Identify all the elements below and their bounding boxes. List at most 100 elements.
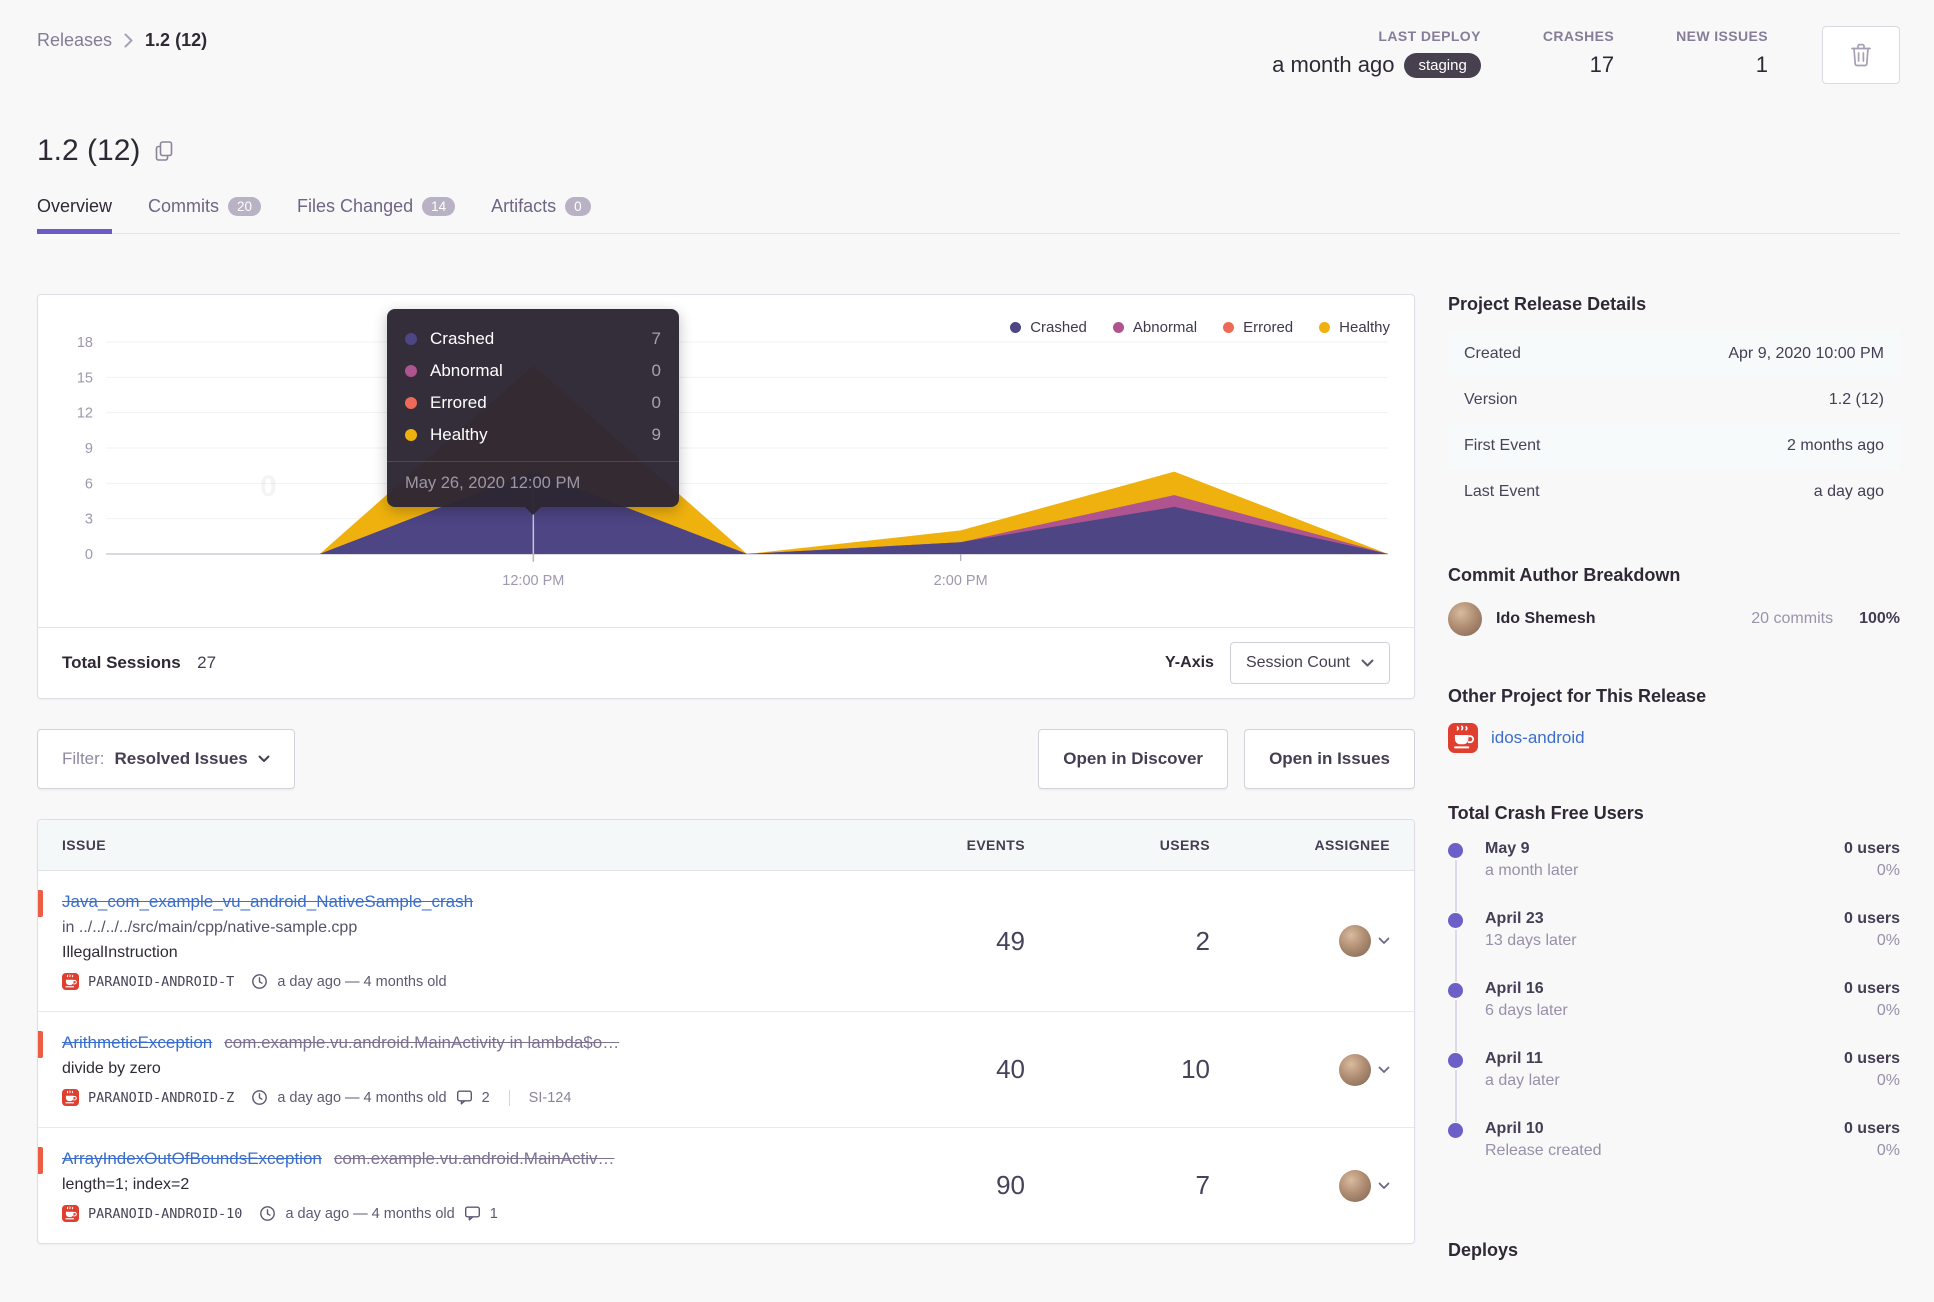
tab-files-changed[interactable]: Files Changed 14 (297, 196, 456, 233)
assignee-dropdown[interactable] (1339, 1169, 1390, 1202)
issue-row: ArithmeticException com.example.vu.androi… (38, 1011, 1414, 1127)
tab-count-badge: 0 (565, 196, 591, 217)
issue-age: a day ago — 4 months old (277, 1089, 447, 1106)
svg-text:6: 6 (85, 476, 93, 492)
tab-count-badge: 20 (228, 196, 262, 217)
svg-text:0: 0 (260, 470, 277, 503)
chevron-down-icon (1361, 659, 1374, 667)
legend-item-crashed[interactable]: Crashed (1010, 319, 1087, 336)
java-platform-icon (1448, 723, 1478, 753)
tab-artifacts[interactable]: Artifacts 0 (491, 196, 591, 233)
comment-count: 2 (481, 1089, 490, 1106)
delete-release-button[interactable] (1822, 26, 1900, 84)
project-slug: PARANOID-ANDROID-T (88, 973, 235, 990)
timeline-item: April 11 0 users a day later 0% (1448, 1050, 1900, 1122)
yaxis-select[interactable]: Session Count (1229, 642, 1390, 684)
crash-free-heading: Total Crash Free Users (1448, 803, 1644, 823)
avatar (1448, 602, 1482, 636)
stat-new-issues: NEW ISSUES 1 (1676, 28, 1768, 77)
comments-icon (464, 1206, 480, 1221)
breadcrumb-releases-link[interactable]: Releases (37, 30, 112, 51)
open-in-issues-button[interactable]: Open in Issues (1244, 729, 1415, 789)
issue-title: ArithmeticException com.example.vu.androi… (62, 1033, 905, 1053)
issues-filter-dropdown[interactable]: Filter: Resolved Issues (37, 729, 295, 789)
chevron-right-icon (124, 33, 133, 48)
tooltip-row: Errored 0 (405, 387, 661, 419)
copy-icon[interactable] (154, 140, 174, 162)
assignee-dropdown[interactable] (1339, 1053, 1390, 1086)
tab-bar: Overview Commits 20 Files Changed 14 Artif… (37, 196, 1900, 234)
column-issue: ISSUE (62, 837, 107, 853)
issues-table-header: ISSUE EVENTS USERS ASSIGNEE (38, 820, 1414, 871)
commit-author-row: Ido Shemesh 20 commits 100% (1448, 602, 1900, 636)
issue-culprit: com.example.vu.android.MainActivity in l… (224, 1033, 620, 1052)
tab-overview[interactable]: Overview (37, 196, 113, 234)
release-detail-page: Releases 1.2 (12) LAST DEPLOY a month ag… (0, 0, 1934, 1302)
tooltip-row: Healthy 9 (405, 419, 661, 451)
timeline-item: May 90 users a month later 0% (1448, 840, 1900, 912)
tab-commits[interactable]: Commits 20 (148, 196, 262, 233)
divider (508, 1089, 510, 1106)
java-platform-icon (62, 1089, 79, 1106)
main-column: 0 3 6 9 12 15 18 0 12:00 PM 2:00 PM Crashed Abnor… (37, 294, 1415, 1261)
issue-users-count: 7 (1195, 1170, 1210, 1200)
other-project-heading: Other Project for This Release (1448, 686, 1707, 706)
filter-value: Resolved Issues (114, 749, 248, 768)
author-commit-count: 20 commits (1751, 610, 1834, 627)
legend-dot (1319, 322, 1331, 333)
issue-age: a day ago — 4 months old (285, 1205, 455, 1222)
column-events: EVENTS (966, 837, 1025, 853)
other-project-link[interactable]: idos-android (1491, 728, 1585, 748)
author-name: Ido Shemesh (1496, 610, 1596, 627)
deploys-heading: Deploys (1448, 1240, 1519, 1260)
avatar (1339, 1169, 1371, 1202)
svg-text:12:00 PM: 12:00 PM (502, 573, 564, 589)
avatar (1339, 925, 1371, 957)
chart-tooltip: Crashed 7 Abnormal 0 Errored 0 Healthy 9… (387, 309, 679, 515)
issue-users-count: 10 (1181, 1054, 1210, 1084)
environment-badge: staging (1404, 52, 1481, 78)
legend-item-errored[interactable]: Errored (1223, 319, 1293, 336)
yaxis-label: Y-Axis (1165, 654, 1214, 671)
unhandled-indicator (38, 1031, 43, 1058)
legend-item-healthy[interactable]: Healthy (1319, 319, 1390, 336)
issue-meta: PARANOID-ANDROID-Z a day ago — 4 months … (62, 1089, 905, 1106)
chevron-down-icon (258, 755, 270, 762)
issue-row: Java_com_example_vu_android_NativeSample… (38, 871, 1414, 1011)
issue-message: divide by zero (62, 1060, 161, 1077)
chevron-down-icon (1378, 1066, 1390, 1073)
java-platform-icon (62, 1205, 79, 1222)
open-in-discover-button[interactable]: Open in Discover (1038, 729, 1229, 789)
other-project-section: Other Project for This Release idos-andr… (1448, 686, 1900, 753)
svg-text:2:00 PM: 2:00 PM (934, 573, 988, 589)
commit-authors-section: Commit Author Breakdown Ido Shemesh 20 c… (1448, 565, 1900, 636)
tooltip-row: Abnormal 0 (405, 355, 661, 387)
release-details-heading: Project Release Details (1448, 294, 1647, 314)
assignee-dropdown[interactable] (1339, 925, 1390, 957)
issue-users-count: 2 (1195, 925, 1210, 956)
column-users: USERS (1159, 837, 1210, 853)
clock-icon (252, 974, 268, 989)
comments-icon (456, 1090, 472, 1105)
chart-footer: Total Sessions 27 Y-Axis Session Count (38, 627, 1414, 698)
column-assignee: ASSIGNEE (1314, 837, 1390, 853)
sessions-chart[interactable]: 0 3 6 9 12 15 18 0 12:00 PM 2:00 PM (62, 321, 1392, 611)
issues-panel: ISSUE EVENTS USERS ASSIGNEE Java_com_exa… (37, 819, 1415, 1244)
total-sessions-value: 27 (197, 653, 217, 672)
trash-icon (1849, 42, 1873, 68)
stat-crashes: CRASHES 17 (1542, 28, 1615, 77)
legend-item-abnormal[interactable]: Abnormal (1112, 319, 1197, 336)
author-percent: 100% (1859, 610, 1900, 627)
issue-title-link[interactable]: Java_com_example_vu_android_NativeSample… (62, 892, 473, 911)
issue-age: a day ago — 4 months old (277, 973, 447, 990)
clock-icon (260, 1206, 276, 1221)
issue-title-link[interactable]: ArrayIndexOutOfBoundsException (62, 1149, 322, 1168)
header-stats: LAST DEPLOY a month ago staging CRASHES 1… (1272, 26, 1900, 84)
timeline-item: April 16 0 users 6 days later 0% (1448, 980, 1900, 1052)
timeline-item: April 10 0 users Release created 0% (1448, 1120, 1900, 1190)
page-header: Releases 1.2 (12) LAST DEPLOY a month ag… (37, 26, 1900, 84)
crash-free-section: Total Crash Free Users May 90 users a mo… (1448, 803, 1900, 1190)
legend-dot (1223, 322, 1235, 333)
issue-title-link[interactable]: ArithmeticException (62, 1033, 212, 1052)
chevron-down-icon (1378, 1182, 1390, 1189)
